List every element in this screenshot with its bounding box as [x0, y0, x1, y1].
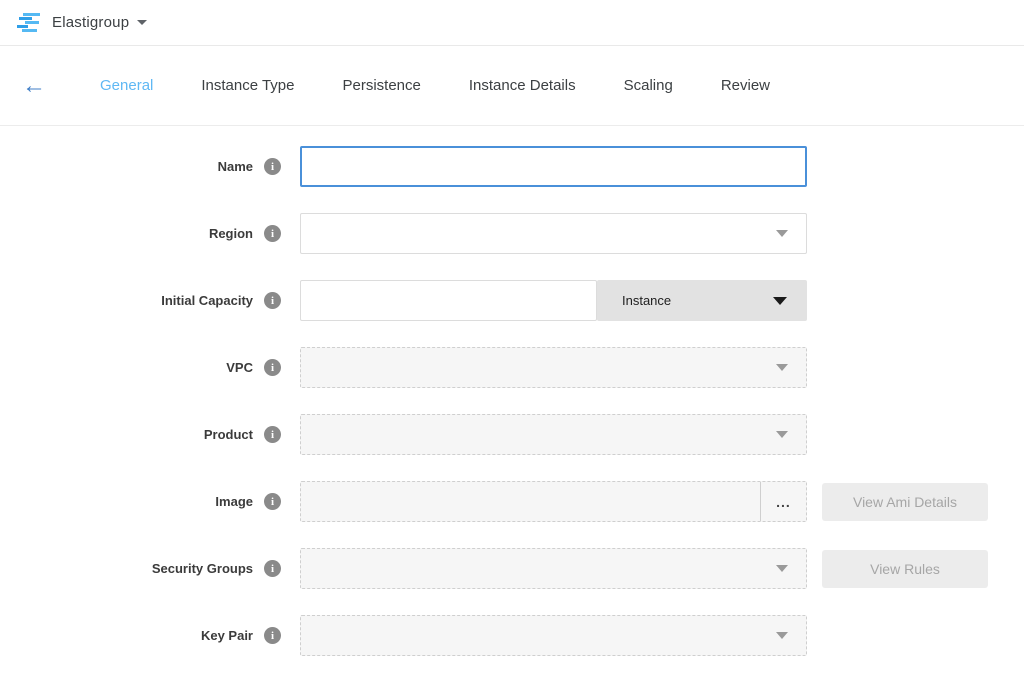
key-pair-label: Key Pair [201, 628, 253, 643]
name-input[interactable] [300, 146, 807, 187]
tab-instance-type[interactable]: Instance Type [177, 67, 318, 104]
chevron-down-icon [773, 297, 787, 305]
capacity-unit-select[interactable]: Instance [597, 280, 807, 321]
general-form: Name i Region i Initial Capacity i Insta… [0, 126, 1024, 656]
image-info-icon[interactable]: i [264, 493, 281, 510]
region-row: Region i [0, 213, 1024, 254]
name-row: Name i [0, 146, 1024, 187]
image-input: ... [300, 481, 807, 522]
app-header: Elastigroup [0, 0, 1024, 46]
chevron-down-icon [776, 632, 788, 639]
image-label: Image [215, 494, 253, 509]
product-row: Product i [0, 414, 1024, 455]
capacity-unit-value: Instance [622, 293, 671, 308]
elastigroup-logo-icon[interactable] [16, 12, 42, 34]
initial-capacity-input[interactable] [300, 280, 597, 321]
image-browse-button[interactable]: ... [760, 482, 806, 521]
security-groups-label: Security Groups [152, 561, 253, 576]
view-rules-button[interactable]: View Rules [822, 550, 988, 588]
vpc-select [300, 347, 807, 388]
wizard-tabbar: ← General Instance Type Persistence Inst… [0, 46, 1024, 126]
tab-general[interactable]: General [76, 67, 177, 104]
initial-capacity-info-icon[interactable]: i [264, 292, 281, 309]
image-value [301, 482, 760, 521]
chevron-down-icon [776, 364, 788, 371]
product-info-icon[interactable]: i [264, 426, 281, 443]
name-label: Name [218, 159, 253, 174]
app-title[interactable]: Elastigroup [52, 14, 129, 31]
key-pair-row: Key Pair i [0, 615, 1024, 656]
product-select [300, 414, 807, 455]
chevron-down-icon [776, 230, 788, 237]
tab-instance-details[interactable]: Instance Details [445, 67, 600, 104]
region-info-icon[interactable]: i [264, 225, 281, 242]
image-row: Image i ... View Ami Details [0, 481, 1024, 522]
security-groups-select [300, 548, 807, 589]
vpc-label: VPC [226, 360, 253, 375]
tab-scaling[interactable]: Scaling [600, 67, 697, 104]
security-groups-row: Security Groups i View Rules [0, 548, 1024, 589]
back-arrow-icon[interactable]: ← [22, 74, 46, 98]
view-ami-details-button[interactable]: View Ami Details [822, 483, 988, 521]
region-select[interactable] [300, 213, 807, 254]
initial-capacity-row: Initial Capacity i Instance [0, 280, 1024, 321]
chevron-down-icon [776, 565, 788, 572]
initial-capacity-label: Initial Capacity [161, 293, 253, 308]
name-info-icon[interactable]: i [264, 158, 281, 175]
key-pair-select [300, 615, 807, 656]
key-pair-info-icon[interactable]: i [264, 627, 281, 644]
wizard-tabs: General Instance Type Persistence Instan… [76, 67, 794, 104]
region-label: Region [209, 226, 253, 241]
vpc-info-icon[interactable]: i [264, 359, 281, 376]
tab-review[interactable]: Review [697, 67, 794, 104]
security-groups-info-icon[interactable]: i [264, 560, 281, 577]
product-label: Product [204, 427, 253, 442]
app-switcher-caret-icon[interactable] [137, 20, 147, 25]
vpc-row: VPC i [0, 347, 1024, 388]
chevron-down-icon [776, 431, 788, 438]
tab-persistence[interactable]: Persistence [319, 67, 445, 104]
